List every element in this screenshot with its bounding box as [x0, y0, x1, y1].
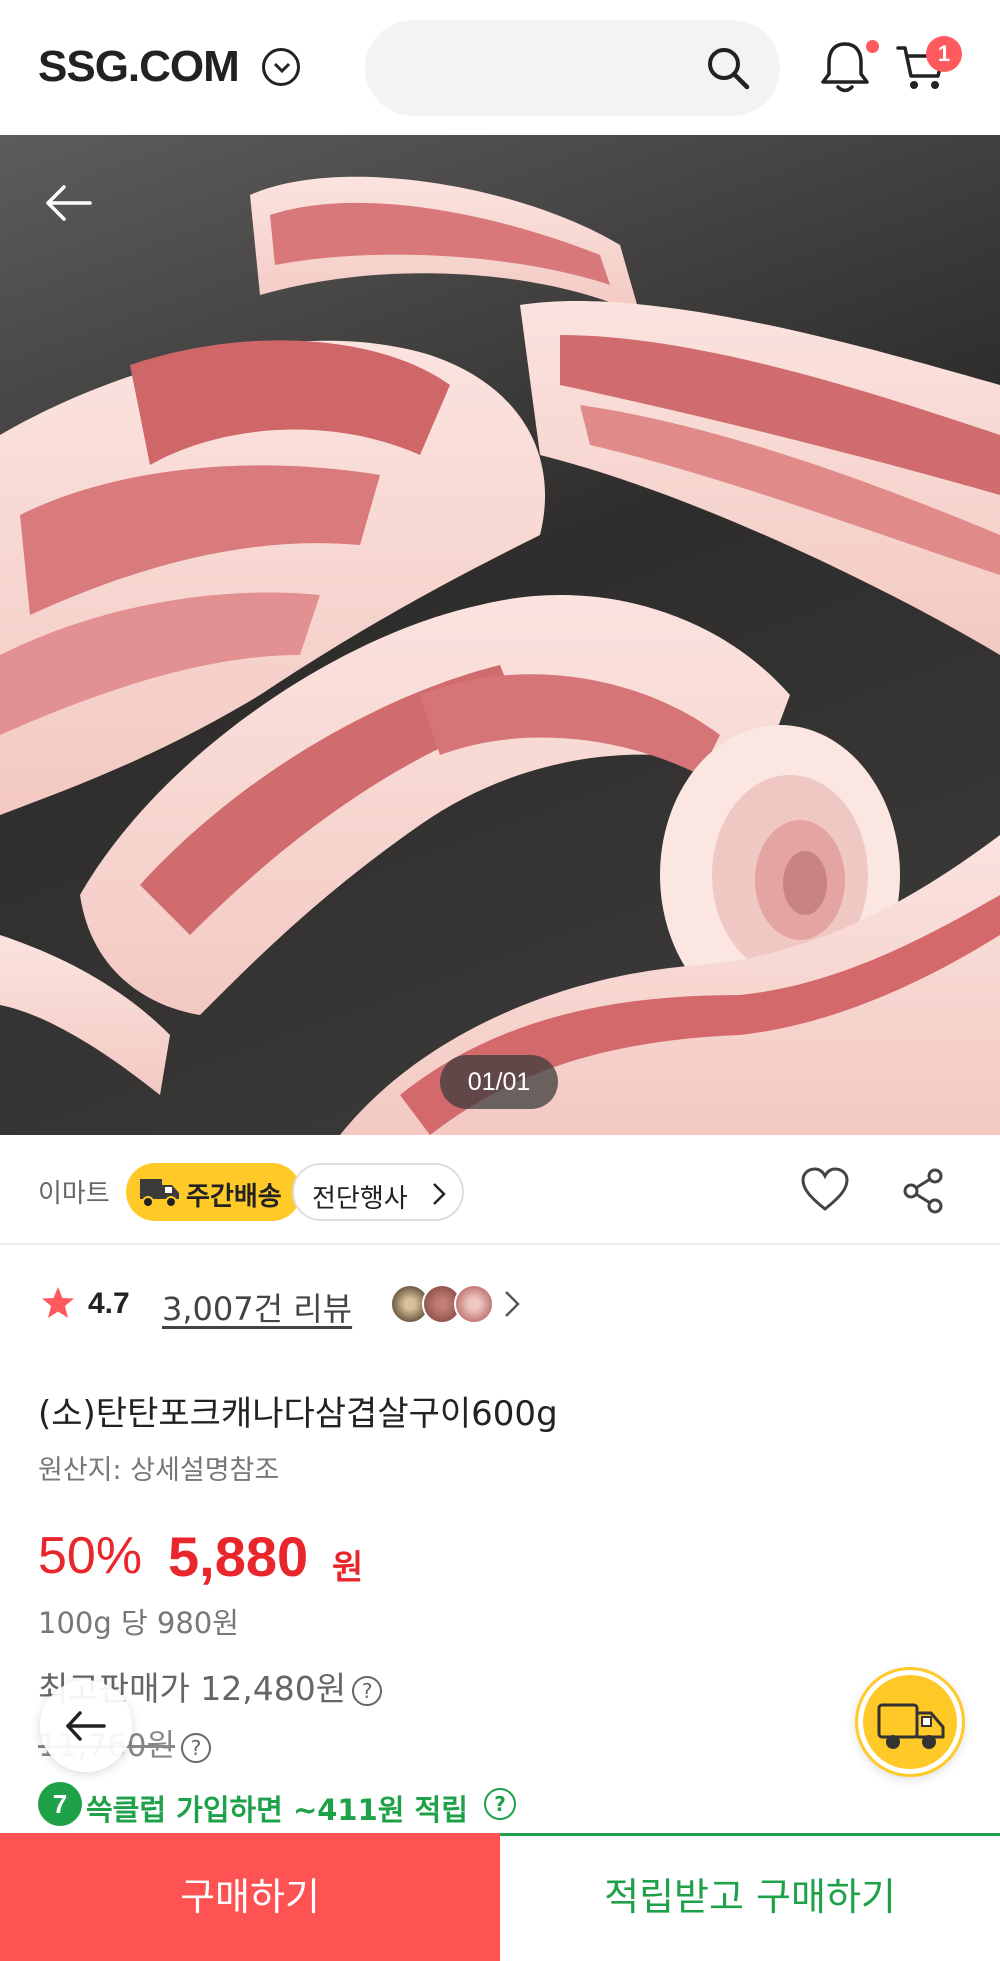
image-pager: 01/01: [440, 1055, 558, 1109]
weekly-delivery-label: 주간배송: [186, 1182, 282, 1212]
rating-star-icon: [42, 1287, 74, 1318]
delivery-truck-icon: [877, 1703, 945, 1749]
notification-bell-icon[interactable]: [818, 38, 872, 96]
club-logo-icon: 7: [38, 1782, 82, 1826]
buy-now-button[interactable]: 구매하기: [0, 1833, 500, 1961]
review-count-link[interactable]: 3,007건 리뷰: [162, 1284, 352, 1330]
delivery-floating-button[interactable]: [858, 1670, 962, 1774]
chevron-right-icon: [433, 1183, 446, 1205]
weekly-delivery-badge[interactable]: 주간배송: [126, 1163, 301, 1221]
share-icon[interactable]: [900, 1167, 946, 1215]
back-arrow-icon[interactable]: [44, 183, 94, 223]
product-image[interactable]: 01/01: [0, 135, 1000, 1135]
product-origin: 원산지: 상세설명참조: [38, 1455, 280, 1486]
product-tag-row: 이마트 주간배송 전단행사: [0, 1135, 1000, 1245]
help-question-icon[interactable]: ?: [181, 1732, 211, 1763]
back-arrow-icon: [66, 1711, 106, 1741]
search-bar[interactable]: [365, 20, 780, 116]
pork-belly-photo: [0, 176, 1000, 1135]
notification-dot: [866, 40, 879, 53]
unit-price: 100g 당 980원: [38, 1606, 239, 1640]
buy-with-points-button[interactable]: 적립받고 구매하기: [500, 1833, 1000, 1961]
flyer-event-badge[interactable]: 전단행사: [292, 1163, 464, 1221]
search-icon[interactable]: [704, 44, 752, 92]
flyer-event-label: 전단행사: [312, 1184, 408, 1214]
help-question-icon[interactable]: ?: [484, 1788, 516, 1820]
cart-count-badge: 1: [926, 36, 962, 72]
mall-selector-chevron-icon[interactable]: [262, 48, 300, 86]
delivery-truck-icon: [140, 1179, 179, 1208]
review-thumbnail: [454, 1284, 494, 1324]
rating-value: 4.7: [88, 1287, 130, 1320]
store-name[interactable]: 이마트: [38, 1173, 110, 1210]
help-question-icon[interactable]: ?: [352, 1675, 383, 1706]
floating-back-button[interactable]: [40, 1680, 132, 1772]
chevron-right-icon[interactable]: [504, 1290, 520, 1318]
club-benefit-text: 쓱클럽 가입하면 ~411원 적립: [86, 1793, 468, 1827]
product-title: (소)탄탄포크캐나다삼겹살구이600g: [38, 1394, 558, 1434]
sale-price: 5,880: [168, 1525, 309, 1588]
discount-rate: 50%: [38, 1527, 143, 1585]
top-header: SSG.COM 1: [0, 0, 1000, 135]
ssg-logo[interactable]: SSG.COM: [38, 42, 240, 92]
wishlist-heart-icon[interactable]: [800, 1167, 850, 1213]
price-currency: 원: [332, 1548, 364, 1588]
